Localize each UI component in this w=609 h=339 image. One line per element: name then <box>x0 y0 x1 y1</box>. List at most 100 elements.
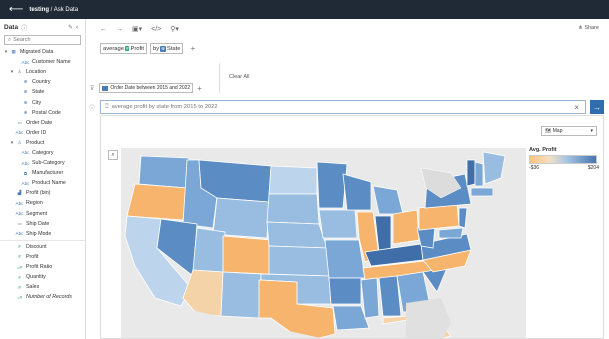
field-item[interactable]: Abc Sub-Category <box>0 158 85 168</box>
field-label: Discount <box>26 243 47 250</box>
field-label: Category <box>32 149 54 156</box>
state-shape[interactable] <box>192 227 226 273</box>
field-item[interactable]: ▾ ♙ Product <box>0 138 85 148</box>
state-shape[interactable] <box>266 193 320 225</box>
ask-box[interactable]: ⍰ average profit by state from 2015 to 2… <box>100 100 586 114</box>
field-item[interactable]: Abc Region <box>0 198 85 208</box>
field-item[interactable]: Abc Segment <box>0 209 85 219</box>
measure-icon: # <box>18 244 21 250</box>
state-shape[interactable] <box>126 183 188 221</box>
clear-all-button[interactable]: Clear All <box>229 74 249 80</box>
field-item[interactable]: # Discount <box>0 242 85 252</box>
state-shape[interactable] <box>318 209 358 239</box>
redo-icon[interactable]: → <box>116 26 123 33</box>
undo-icon[interactable]: ← <box>100 26 107 33</box>
field-item[interactable]: Abc Order ID <box>0 128 85 138</box>
search-input[interactable] <box>13 37 74 43</box>
field-label: Customer Name <box>32 59 71 66</box>
bin-icon: ▟ <box>17 190 22 196</box>
workbook-name[interactable]: testing <box>29 7 49 13</box>
clear-icon[interactable]: × <box>574 103 579 112</box>
state-shape[interactable] <box>438 227 464 239</box>
back-arrow-icon[interactable]: ⟵ <box>9 4 23 15</box>
field-item[interactable]: ▾ ▦ Migrated Data <box>0 47 85 57</box>
state-shape[interactable] <box>466 159 476 187</box>
text-field-icon: Abc <box>21 150 30 156</box>
globe-icon: ⊕ <box>23 99 28 105</box>
hierarchy-icon: ♙ <box>17 69 22 75</box>
state-shape[interactable] <box>392 209 420 245</box>
calendar-icon: ▭ <box>17 220 22 226</box>
measure-icon: # <box>18 274 21 280</box>
field-item[interactable]: Abc Customer Name <box>0 57 85 67</box>
field-item[interactable]: ⊕ Country <box>0 77 85 87</box>
field-item[interactable]: =# Number of Records <box>0 292 85 302</box>
field-item[interactable]: ⊕ Postal Code <box>0 108 85 118</box>
field-item[interactable]: ⧉ Manufacturer <box>0 168 85 178</box>
date-filter-pill[interactable]: Order Date between 2015 and 2022 <box>99 83 194 93</box>
state-shape[interactable] <box>316 161 348 209</box>
field-label: Profit (bin) <box>26 190 51 197</box>
field-item[interactable]: ▭ Ship Date <box>0 219 85 229</box>
state-shape[interactable] <box>470 187 494 197</box>
legend: Avg. Profit -$36 $204 <box>529 147 599 171</box>
breadcrumb: testing / Ask Data <box>29 6 79 13</box>
search-icon: ⌕ <box>8 36 12 43</box>
text-field-icon: Abc <box>21 160 30 166</box>
measure-pill[interactable]: average # Profit <box>100 43 147 54</box>
us-profit-map[interactable] <box>121 148 526 338</box>
text-field-icon: Abc <box>15 211 24 217</box>
state-shape[interactable] <box>222 235 272 275</box>
state-shape[interactable] <box>474 161 484 187</box>
submit-arrow-icon[interactable]: → <box>590 100 604 114</box>
field-item[interactable]: # Sales <box>0 282 85 292</box>
viz-type-select[interactable]: 🗺 Map ▾ <box>541 126 597 136</box>
info-icon[interactable]: ⓘ <box>21 23 27 32</box>
state-shape[interactable] <box>266 221 328 249</box>
field-label: Country <box>32 79 51 86</box>
add-filter-icon[interactable]: + <box>197 84 202 93</box>
collapse-icon[interactable]: ‹ <box>76 25 81 31</box>
field-item[interactable]: Abc Category <box>0 148 85 158</box>
field-item[interactable]: Abc Product Name <box>0 178 85 188</box>
filter-row: ⊽ Order Date between 2015 and 2022 + <box>90 83 202 93</box>
save-icon[interactable]: ▣▾ <box>132 25 142 33</box>
field-item[interactable]: Abc Ship Mode <box>0 229 85 239</box>
field-item[interactable]: ▾ ♙ Location <box>0 67 85 77</box>
main-area: ← → ▣▾ </> ⚲▾ ⋔ Share average # Profit by ⊕… <box>86 19 609 339</box>
divider <box>219 63 220 93</box>
add-pill-icon[interactable]: + <box>190 44 195 53</box>
globe-icon: ⊕ <box>23 79 28 85</box>
measure-icon: # <box>18 284 21 290</box>
field-search[interactable]: ⌕ <box>4 35 81 45</box>
pin-icon[interactable]: ⚲▾ <box>170 25 179 33</box>
field-item[interactable]: =# Profit Ratio <box>0 262 85 272</box>
field-item[interactable]: ⊕ State <box>0 87 85 97</box>
state-shape[interactable] <box>324 239 366 279</box>
field-label: Number of Records <box>26 294 72 301</box>
group-icon: ⧉ <box>23 170 28 176</box>
field-label: Segment <box>26 210 48 217</box>
calendar-icon <box>102 85 109 91</box>
state-shape[interactable] <box>220 271 262 319</box>
legend-max: $204 <box>587 165 599 171</box>
field-item[interactable]: ▭ Order Date <box>0 118 85 128</box>
state-shape[interactable] <box>268 165 318 195</box>
field-item[interactable]: # Profit <box>0 252 85 262</box>
state-shape[interactable] <box>328 277 362 305</box>
field-item[interactable]: # Quantity <box>0 272 85 282</box>
hierarchy-icon: ♙ <box>17 139 22 145</box>
state-shape[interactable] <box>138 155 190 189</box>
field-item[interactable]: ⊕ City <box>0 97 85 107</box>
state-shape[interactable] <box>268 245 330 277</box>
field-label: Ship Mode <box>26 230 52 237</box>
measure-icon: # <box>18 254 21 260</box>
edit-icon[interactable]: ✎ <box>68 25 76 31</box>
field-item[interactable]: ▟ Profit (bin) <box>0 188 85 198</box>
field-label: Product <box>26 139 45 146</box>
zoom-search-icon[interactable]: ⌕ <box>108 150 118 160</box>
help-icon[interactable]: ⓘ <box>89 103 95 112</box>
share-button[interactable]: ⋔ Share <box>578 25 599 31</box>
code-icon[interactable]: </> <box>151 26 161 33</box>
dimension-pill[interactable]: by ⊕ State <box>150 43 184 54</box>
